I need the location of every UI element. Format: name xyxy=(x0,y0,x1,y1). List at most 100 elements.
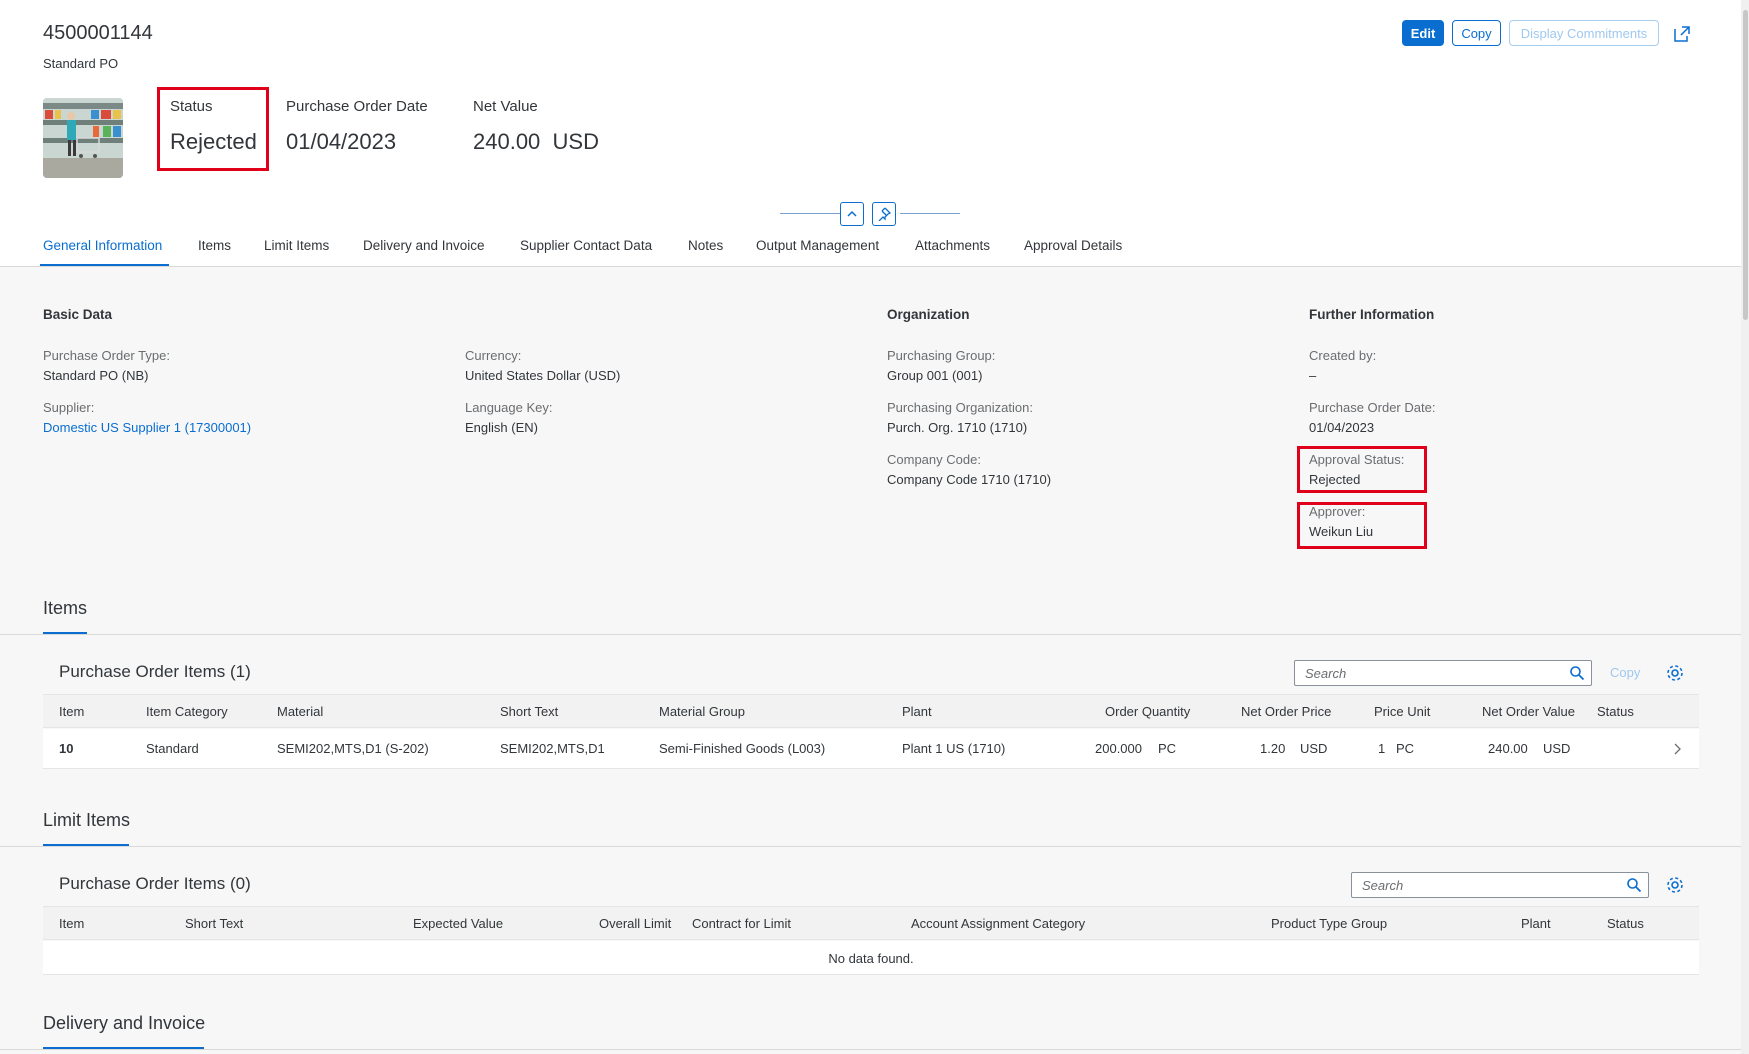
po-date-label: Purchase Order Date xyxy=(286,98,428,115)
chevron-up-icon xyxy=(847,210,857,217)
further-info-heading: Further Information xyxy=(1309,307,1435,322)
po-date-value: 01/04/2023 xyxy=(286,129,397,154)
collapse-header-button[interactable] xyxy=(840,202,864,226)
limit-items-search-input[interactable]: Search xyxy=(1351,872,1649,898)
items-search-input[interactable]: Search xyxy=(1294,660,1592,686)
collapse-divider-left xyxy=(780,213,845,214)
net-value-label: Net Value xyxy=(473,98,538,115)
tab-output-management[interactable]: Output Management xyxy=(756,238,879,253)
tab-limit-items[interactable]: Limit Items xyxy=(264,238,329,253)
col-item: Item xyxy=(59,916,85,931)
row-material-group: Semi-Finished Goods (L003) xyxy=(659,741,826,756)
tab-attachments[interactable]: Attachments xyxy=(915,238,990,253)
row-qty: 200.000 xyxy=(1095,741,1142,756)
row-item: 10 xyxy=(59,741,74,756)
tab-supplier-contact-data[interactable]: Supplier Contact Data xyxy=(520,238,652,253)
col-order-quantity: Order Quantity xyxy=(1105,704,1191,719)
supplier-link[interactable]: Domestic US Supplier 1 (17300001) xyxy=(43,420,251,435)
page-scrollbar-thumb[interactable] xyxy=(1743,10,1748,320)
col-plant: Plant xyxy=(1521,916,1551,931)
col-item: Item xyxy=(59,704,85,719)
header-separator xyxy=(0,266,1749,267)
purchasing-org-value: Purch. Org. 1710 (1710) xyxy=(887,420,1028,435)
gear-icon[interactable] xyxy=(1665,875,1685,895)
currency-label: Currency: xyxy=(465,348,522,363)
section-tabs: General Information Items Limit Items De… xyxy=(0,228,1749,266)
net-value-amount: 240.00 xyxy=(473,129,541,154)
product-image xyxy=(43,98,123,178)
tab-approval-details[interactable]: Approval Details xyxy=(1024,238,1122,253)
row-price: 1.20 xyxy=(1260,741,1286,756)
tab-notes[interactable]: Notes xyxy=(688,238,723,253)
display-commitments-button[interactable]: Display Commitments xyxy=(1509,20,1659,46)
gear-icon[interactable] xyxy=(1665,663,1685,683)
po-date-kpi: Purchase Order Date 01/04/2023 xyxy=(286,98,428,155)
further-po-date-label: Purchase Order Date: xyxy=(1309,400,1436,415)
copy-button[interactable]: Copy xyxy=(1452,20,1501,46)
po-type-label: Purchase Order Type: xyxy=(43,348,170,363)
items-table-title: Purchase Order Items (1) xyxy=(59,662,251,681)
edit-button[interactable]: Edit xyxy=(1402,20,1444,46)
search-icon[interactable] xyxy=(1626,877,1642,893)
no-data-message: No data found. xyxy=(43,941,1699,975)
purchasing-group-value: Group 001 (001) xyxy=(887,368,983,383)
purchasing-org-label: Purchasing Organization: xyxy=(887,400,1033,415)
limit-items-table-title: Purchase Order Items (0) xyxy=(59,874,251,893)
items-search-placeholder: Search xyxy=(1305,666,1347,681)
row-short-text: SEMI202,MTS,D1 xyxy=(500,741,605,756)
further-po-date-value: 01/04/2023 xyxy=(1309,420,1375,435)
col-overall-limit: Overall Limit xyxy=(599,916,672,931)
delivery-section-rule xyxy=(0,1049,1749,1050)
approval-status-highlight-box xyxy=(1297,446,1427,493)
row-qty-unit: PC xyxy=(1158,741,1177,756)
row-price-cur: USD xyxy=(1300,741,1328,756)
pin-header-button[interactable] xyxy=(872,202,896,226)
items-section-rule xyxy=(0,634,1749,635)
col-net-order-value: Net Order Value xyxy=(1482,704,1575,719)
limit-items-section-title: Limit Items xyxy=(43,810,131,830)
net-value-currency: USD xyxy=(552,129,599,154)
col-material: Material xyxy=(277,704,324,719)
net-value: 240.00 USD xyxy=(473,129,599,155)
language-value: English (EN) xyxy=(465,420,538,435)
page-subtitle: Standard PO xyxy=(43,56,119,71)
organization-heading: Organization xyxy=(887,307,970,322)
col-item-category: Item Category xyxy=(146,704,228,719)
share-icon[interactable] xyxy=(1672,24,1692,44)
limit-items-table-header: Item Short Text Expected Value Overall L… xyxy=(43,906,1699,940)
created-by-label: Created by: xyxy=(1309,348,1377,363)
approver-highlight-box xyxy=(1297,502,1427,549)
company-code-label: Company Code: xyxy=(887,452,981,467)
basic-data-heading: Basic Data xyxy=(43,307,113,322)
row-plant: Plant 1 US (1710) xyxy=(902,741,1006,756)
status-highlight-box xyxy=(157,87,269,171)
supplier-label: Supplier: xyxy=(43,400,95,415)
items-copy-button[interactable]: Copy xyxy=(1610,665,1640,680)
col-short-text: Short Text xyxy=(500,704,559,719)
row-price-unit: 1 xyxy=(1378,741,1386,756)
col-material-group: Material Group xyxy=(659,704,745,719)
chevron-right-icon[interactable] xyxy=(1672,743,1682,755)
row-value: 240.00 xyxy=(1488,741,1528,756)
created-by-value: – xyxy=(1309,368,1317,383)
tab-items[interactable]: Items xyxy=(198,238,231,253)
search-icon[interactable] xyxy=(1569,665,1585,681)
items-section-title: Items xyxy=(43,598,88,618)
row-category: Standard xyxy=(146,741,199,756)
col-net-order-price: Net Order Price xyxy=(1241,704,1332,719)
tab-delivery-and-invoice[interactable]: Delivery and Invoice xyxy=(363,238,485,253)
col-product-type-group: Product Type Group xyxy=(1271,916,1388,931)
row-price-unit-uom: PC xyxy=(1396,741,1415,756)
row-material-link[interactable]: SEMI202,MTS,D1 (S-202) xyxy=(277,741,429,756)
col-expected-value: Expected Value xyxy=(413,916,504,931)
limit-search-placeholder: Search xyxy=(1362,878,1404,893)
po-type-value: Standard PO (NB) xyxy=(43,368,149,383)
currency-value: United States Dollar (USD) xyxy=(465,368,621,383)
collapse-divider-right xyxy=(900,213,960,214)
net-value-kpi: Net Value 240.00 USD xyxy=(473,98,599,155)
table-row[interactable]: 10 Standard SEMI202,MTS,D1 (S-202) SEMI2… xyxy=(43,729,1699,769)
col-account-assignment-category: Account Assignment Category xyxy=(911,916,1086,931)
purchasing-group-label: Purchasing Group: xyxy=(887,348,996,363)
tab-general-information[interactable]: General Information xyxy=(43,238,162,253)
col-plant: Plant xyxy=(902,704,932,719)
